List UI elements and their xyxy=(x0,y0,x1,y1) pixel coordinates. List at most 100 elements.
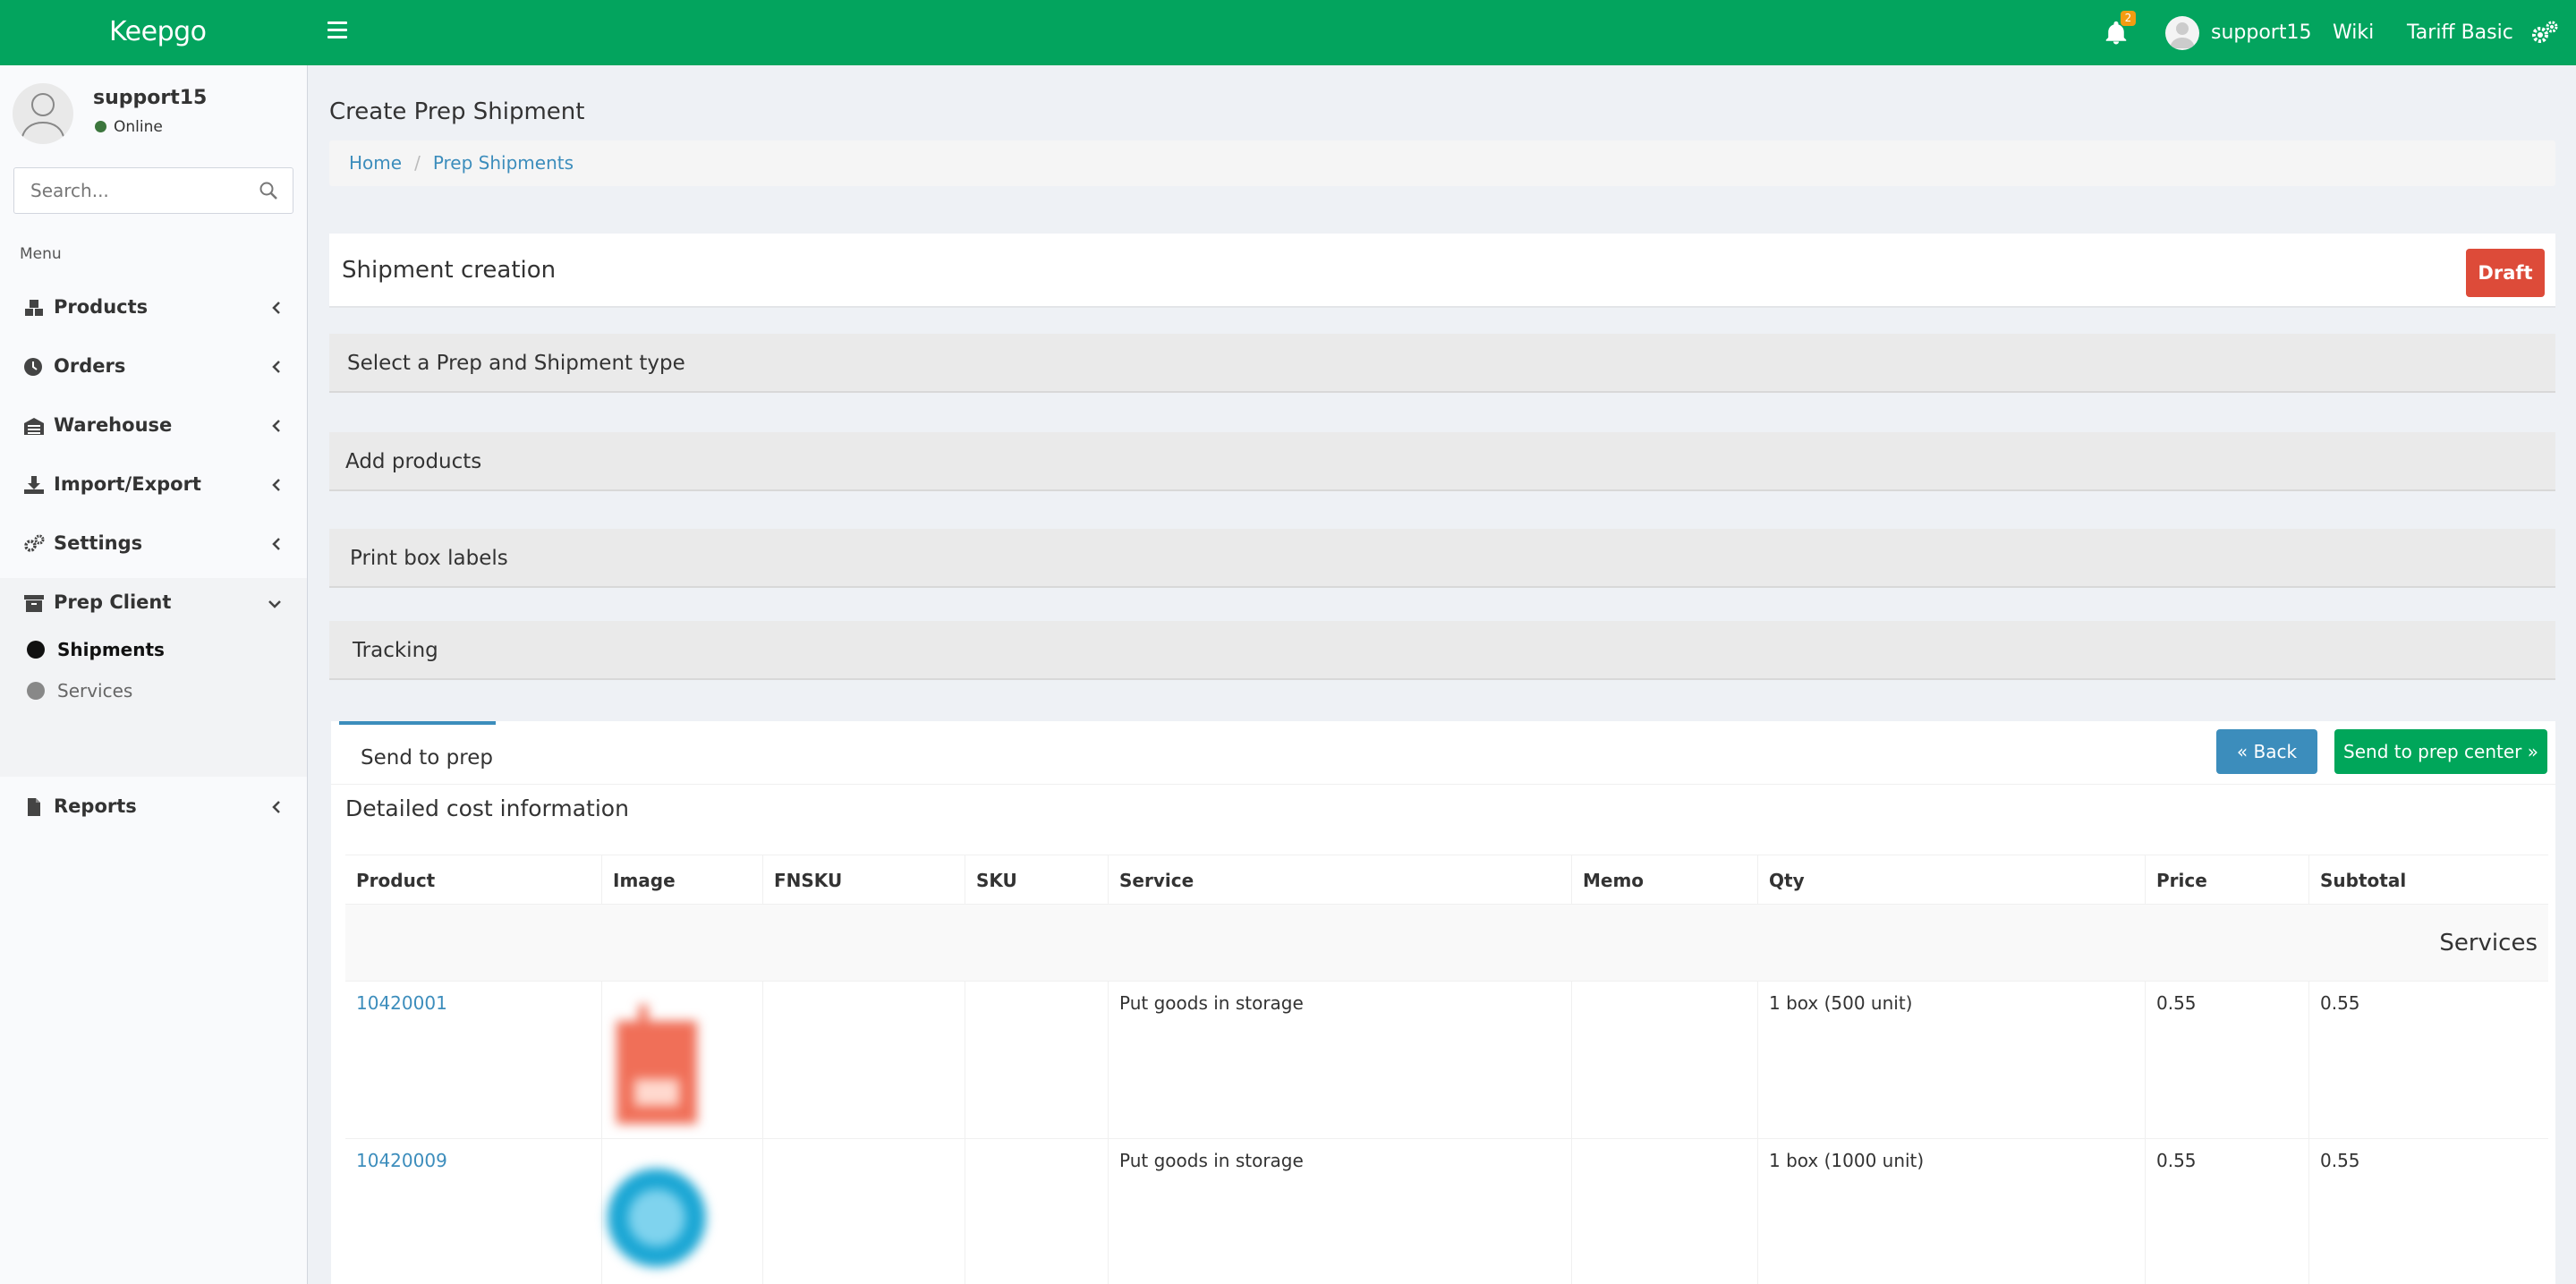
breadcrumb-prep-shipments[interactable]: Prep Shipments xyxy=(433,152,574,174)
back-button[interactable]: « Back xyxy=(2216,729,2317,774)
panel-title: Shipment creation xyxy=(342,257,557,284)
service-cell: Put goods in storage xyxy=(1109,1139,1572,1284)
column-header: Subtotal xyxy=(2320,870,2407,891)
sidebar-item-label: Warehouse xyxy=(54,414,173,436)
detailed-cost-title: Detailed cost information xyxy=(345,795,629,821)
sidebar-item-label: Products xyxy=(54,296,149,318)
tab-label: Send to prep xyxy=(361,746,493,770)
step-label: Tracking xyxy=(353,639,438,662)
sidebar: support15 Online Menu Products Orders Wa… xyxy=(0,65,308,1284)
tariff-link[interactable]: Tariff Basic xyxy=(2407,21,2513,44)
sidebar-subitem-shipments[interactable]: Shipments xyxy=(27,639,165,660)
gears-icon[interactable] xyxy=(2530,20,2559,47)
breadcrumb-separator: / xyxy=(414,152,421,174)
send-to-prep-center-button[interactable]: Send to prep center » xyxy=(2334,729,2547,774)
online-status: Online xyxy=(95,118,163,136)
sidebar-search xyxy=(13,167,293,214)
fnsku-cell xyxy=(763,1139,965,1284)
qty-cell: 1 box (500 unit) xyxy=(1758,982,2146,1138)
step-label: Print box labels xyxy=(350,547,508,570)
search-icon[interactable] xyxy=(259,181,278,200)
menu-header: Menu xyxy=(20,245,62,263)
sidebar-item-import-export[interactable]: Import/Export xyxy=(0,458,307,514)
sidebar-item-label: Reports xyxy=(54,795,137,817)
sidebar-item-warehouse[interactable]: Warehouse xyxy=(0,399,307,455)
draft-status-button[interactable]: Draft xyxy=(2466,249,2545,297)
archive-icon xyxy=(24,595,44,612)
product-cell: 10420009 xyxy=(345,1139,602,1284)
column-header: Memo xyxy=(1572,855,1758,904)
product-cell: 10420001 xyxy=(345,982,602,1138)
sidebar-toggle-icon[interactable] xyxy=(327,21,347,39)
column-header: Price xyxy=(2146,855,2309,904)
column-header: Service xyxy=(1109,855,1572,904)
gears-icon xyxy=(24,534,45,552)
app-logo[interactable]: Keepgo xyxy=(109,16,207,47)
step-select-prep[interactable]: Select a Prep and Shipment type xyxy=(329,334,2555,393)
file-icon xyxy=(28,798,40,816)
sku-cell xyxy=(965,1139,1109,1284)
search-input[interactable] xyxy=(14,168,238,213)
step-add-products[interactable]: Add products xyxy=(329,432,2555,491)
price-cell: 0.55 xyxy=(2146,1139,2309,1284)
online-dot-icon xyxy=(95,121,106,132)
tab-send-to-prep[interactable]: Send to prep xyxy=(339,721,496,784)
sidebar-username: support15 xyxy=(93,87,208,109)
step-print-box-labels[interactable]: Print box labels xyxy=(329,529,2555,588)
product-link[interactable]: 10420009 xyxy=(356,1150,447,1171)
memo-cell xyxy=(1572,982,1758,1138)
qty-cell: 1 box (1000 unit) xyxy=(1758,1139,2146,1284)
column-header: SKU xyxy=(965,855,1109,904)
wiki-link[interactable]: Wiki xyxy=(2333,21,2374,44)
sidebar-subitem-services[interactable]: Services xyxy=(27,680,132,702)
sidebar-item-label: Import/Export xyxy=(54,473,201,495)
download-icon xyxy=(24,476,44,494)
service-cell: Put goods in storage xyxy=(1109,982,1572,1138)
table-row: 10420009 Put goods in storage 1 box (100… xyxy=(345,1139,2548,1284)
price-cell: 0.55 xyxy=(2146,982,2309,1138)
product-image xyxy=(616,1005,697,1124)
chevron-left-icon xyxy=(272,801,280,813)
group-label: Services xyxy=(2439,930,2538,957)
column-header: FNSKU xyxy=(763,855,965,904)
sidebar-avatar xyxy=(13,83,73,144)
table-header-row: Product Image FNSKU SKU Service Memo Qty… xyxy=(345,855,2548,905)
breadcrumb-home[interactable]: Home xyxy=(349,152,402,174)
circle-icon xyxy=(27,682,45,700)
table-row: 10420001 Put goods in storage 1 box (500… xyxy=(345,982,2548,1139)
online-status-label: Online xyxy=(114,118,163,136)
sidebar-item-products[interactable]: Products xyxy=(0,281,307,336)
circle-icon xyxy=(27,641,45,659)
chevron-left-icon xyxy=(272,361,280,373)
column-header: Product xyxy=(345,855,602,904)
sidebar-subitem-label: Services xyxy=(57,680,133,702)
sidebar-item-prep-client[interactable]: Prep Client xyxy=(0,576,307,632)
chevron-left-icon xyxy=(272,302,280,314)
memo-cell xyxy=(1572,1139,1758,1284)
sku-cell xyxy=(965,982,1109,1138)
subtotal-cell: 0.55 xyxy=(2320,1150,2360,1171)
sidebar-item-orders[interactable]: Orders xyxy=(0,340,307,395)
sidebar-item-label: Settings xyxy=(54,532,143,554)
column-header: Image xyxy=(602,855,763,904)
column-header: Qty xyxy=(1758,855,2146,904)
back-button-label: Back xyxy=(2253,741,2298,762)
notification-badge: 2 xyxy=(2121,11,2136,26)
double-chevron-right-icon: » xyxy=(2527,741,2538,762)
step-tracking[interactable]: Tracking xyxy=(329,621,2555,680)
top-navbar: Keepgo 2 support15 Wiki Tariff Basic xyxy=(0,0,2576,65)
sidebar-item-settings[interactable]: Settings xyxy=(0,517,307,573)
user-menu[interactable]: support15 xyxy=(2211,21,2311,44)
chevron-down-icon xyxy=(268,600,281,608)
sidebar-subitem-label: Shipments xyxy=(57,639,165,660)
services-group-row: Services xyxy=(345,905,2548,982)
page-title: Create Prep Shipment xyxy=(329,98,585,125)
product-link[interactable]: 10420001 xyxy=(356,992,447,1014)
clock-icon xyxy=(24,358,42,376)
shipment-creation-header: Shipment creation xyxy=(329,234,2555,308)
user-avatar[interactable] xyxy=(2165,16,2199,50)
step-label: Add products xyxy=(345,450,482,473)
product-image xyxy=(608,1169,706,1267)
sidebar-item-reports[interactable]: Reports xyxy=(0,780,307,836)
fnsku-cell xyxy=(763,982,965,1138)
